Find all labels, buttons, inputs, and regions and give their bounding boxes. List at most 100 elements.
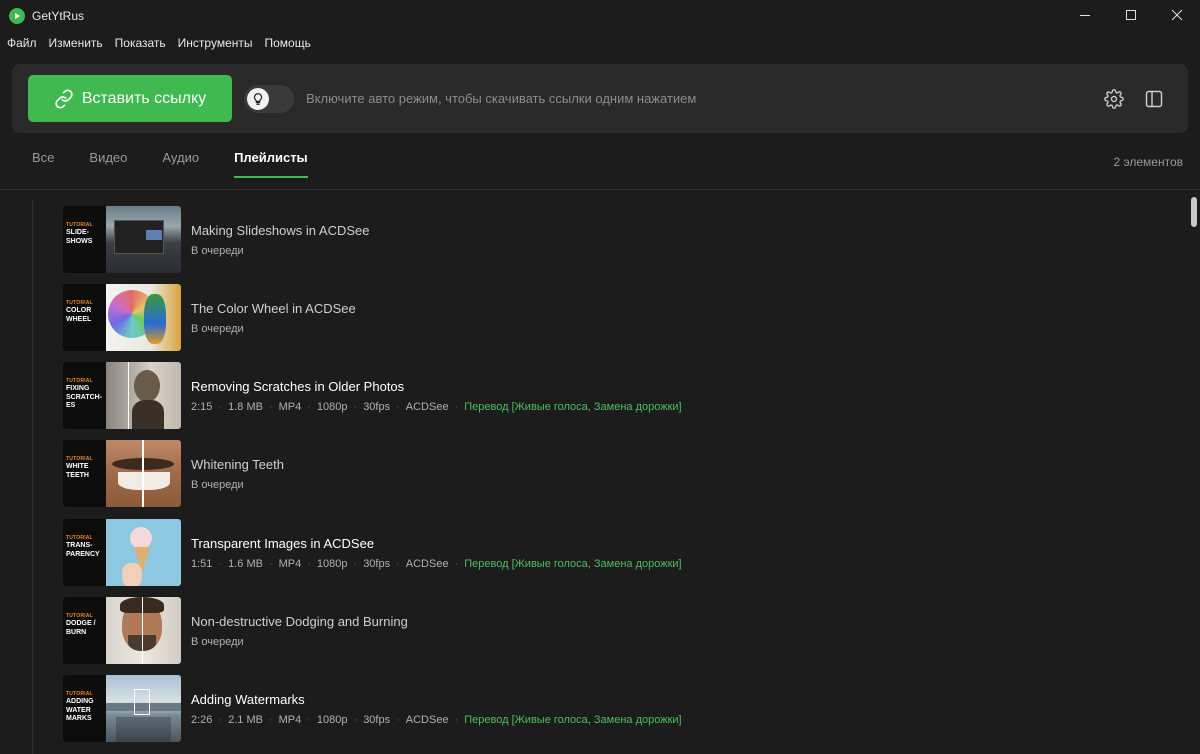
item-title: Making Slideshows in ACDSee	[191, 223, 370, 238]
item-translation: Перевод [Живые голоса, Замена дорожки]	[464, 714, 682, 726]
thumbnail-tag: TUTORIAL	[66, 222, 93, 228]
item-title: The Color Wheel in ACDSee	[191, 301, 356, 316]
video-thumbnail: TUTORIAL FIXING SCRATCH-ES	[63, 362, 181, 429]
thumbnail-caption: SLIDE-SHOWS	[66, 229, 93, 245]
item-duration: 2:26	[191, 714, 213, 726]
item-resolution: 1080p	[316, 558, 348, 570]
paste-link-button[interactable]: Вставить ссылку	[28, 75, 232, 122]
menu-file[interactable]: Файл	[0, 32, 43, 54]
gear-icon	[1104, 89, 1124, 109]
window-controls	[1062, 0, 1200, 32]
item-channel: ACDSee	[405, 401, 449, 413]
separator: ·	[268, 401, 273, 413]
separator: ·	[353, 558, 358, 570]
maximize-button[interactable]	[1108, 0, 1154, 30]
list-item[interactable]: TUTORIAL COLOR WHEEL The Color Wheel in …	[63, 284, 1173, 352]
tab-playlists[interactable]: Плейлисты	[234, 150, 308, 178]
thumbnail-caption: TRANS-PARENCY	[66, 542, 100, 558]
tab-video[interactable]: Видео	[89, 150, 127, 178]
separator: ·	[454, 401, 459, 413]
list-item[interactable]: TUTORIAL WHITE TEETH Whitening Teeth В о…	[63, 440, 1173, 508]
menu-edit[interactable]: Изменить	[43, 32, 109, 54]
app-logo-icon	[9, 8, 25, 24]
separator: ·	[307, 401, 311, 413]
menu-bar: Файл Изменить Показать Инструменты Помощ…	[0, 32, 317, 54]
item-format: MP4	[278, 714, 302, 726]
video-thumbnail: TUTORIAL COLOR WHEEL	[63, 284, 181, 351]
thumbnail-tag: TUTORIAL	[66, 613, 93, 619]
lightbulb-icon	[247, 88, 269, 110]
item-status: В очереди	[191, 636, 244, 648]
menu-view[interactable]: Показать	[109, 32, 172, 54]
separator: ·	[396, 714, 400, 726]
separator: ·	[353, 714, 358, 726]
item-count: 2 элементов	[1113, 155, 1183, 169]
item-title: Adding Watermarks	[191, 692, 305, 707]
separator: ·	[268, 714, 273, 726]
playlist-group-line	[32, 200, 33, 754]
item-channel: ACDSee	[405, 558, 449, 570]
separator: ·	[454, 558, 459, 570]
item-resolution: 1080p	[316, 401, 348, 413]
item-translation: Перевод [Живые голоса, Замена дорожки]	[464, 558, 682, 570]
item-meta: 2:15 · 1.8 MB · MP4 · 1080p · 30fps · ACDSee ·…	[191, 401, 682, 413]
thumbnail-caption: FIXING SCRATCH-ES	[66, 385, 103, 409]
toggle-sidebar-button[interactable]	[1143, 88, 1165, 110]
item-format: MP4	[278, 401, 302, 413]
thumbnail-caption: DODGE / BURN	[66, 620, 96, 636]
paste-link-label: Вставить ссылку	[81, 89, 207, 107]
scrollbar-thumb[interactable]	[1191, 197, 1197, 227]
filter-tabs: Все Видео Аудио Плейлисты	[32, 150, 343, 178]
download-toolbar: Вставить ссылку Включите авто режим, что…	[12, 64, 1188, 133]
list-item[interactable]: TUTORIAL SLIDE-SHOWS Making Slideshows i…	[63, 206, 1173, 274]
settings-button[interactable]	[1103, 88, 1125, 110]
video-thumbnail: TUTORIAL ADDING WATER MARKS	[63, 675, 181, 742]
item-status: В очереди	[191, 479, 244, 491]
separator: ·	[218, 714, 223, 726]
item-duration: 1:51	[191, 558, 213, 570]
thumbnail-caption: WHITE TEETH	[66, 463, 89, 479]
close-button[interactable]	[1154, 0, 1200, 30]
list-item[interactable]: TUTORIAL ADDING WATER MARKS Adding Water…	[63, 675, 1173, 743]
video-thumbnail: TUTORIAL TRANS-PARENCY	[63, 519, 181, 586]
minimize-icon	[1080, 15, 1090, 16]
tab-audio[interactable]: Аудио	[162, 150, 199, 178]
item-meta: 1:51 · 1.6 MB · MP4 · 1080p · 30fps · ACDSee ·…	[191, 558, 682, 570]
item-duration: 2:15	[191, 401, 213, 413]
auto-mode-toggle[interactable]	[244, 85, 294, 113]
close-icon	[1171, 9, 1183, 21]
auto-mode-hint: Включите авто режим, чтобы скачивать ссы…	[306, 91, 697, 106]
item-title: Whitening Teeth	[191, 457, 284, 472]
item-status: В очереди	[191, 323, 244, 335]
list-item[interactable]: TUTORIAL FIXING SCRATCH-ES Removing Scra…	[63, 362, 1173, 430]
item-resolution: 1080p	[316, 714, 348, 726]
item-fps: 30fps	[363, 558, 391, 570]
link-icon	[54, 88, 74, 109]
minimize-button[interactable]	[1062, 0, 1108, 30]
video-thumbnail: TUTORIAL DODGE / BURN	[63, 597, 181, 664]
menu-help[interactable]: Помощь	[259, 32, 317, 54]
item-size: 1.8 MB	[228, 401, 263, 413]
thumbnail-caption: COLOR WHEEL	[66, 307, 92, 323]
list-item[interactable]: TUTORIAL DODGE / BURN Non-destructive Do…	[63, 597, 1173, 665]
tab-all[interactable]: Все	[32, 150, 54, 178]
separator: ·	[307, 714, 311, 726]
list-item[interactable]: TUTORIAL TRANS-PARENCY Transparent Image…	[63, 519, 1173, 587]
thumbnail-caption: ADDING WATER MARKS	[66, 698, 94, 722]
thumbnail-tag: TUTORIAL	[66, 378, 93, 384]
item-size: 1.6 MB	[228, 558, 263, 570]
download-list[interactable]: TUTORIAL SLIDE-SHOWS Making Slideshows i…	[0, 190, 1200, 754]
thumbnail-tag: TUTORIAL	[66, 456, 93, 462]
item-meta: 2:26 · 2.1 MB · MP4 · 1080p · 30fps · ACDSee ·…	[191, 714, 682, 726]
separator: ·	[218, 558, 223, 570]
thumbnail-tag: TUTORIAL	[66, 300, 93, 306]
sidebar-panel-icon	[1145, 90, 1163, 108]
item-fps: 30fps	[363, 401, 391, 413]
title-bar: GetYtRus	[0, 0, 1200, 32]
item-title: Removing Scratches in Older Photos	[191, 379, 405, 394]
menu-tools[interactable]: Инструменты	[172, 32, 259, 54]
maximize-icon	[1126, 10, 1136, 20]
separator: ·	[454, 714, 459, 726]
separator: ·	[268, 558, 273, 570]
thumbnail-tag: TUTORIAL	[66, 691, 93, 697]
